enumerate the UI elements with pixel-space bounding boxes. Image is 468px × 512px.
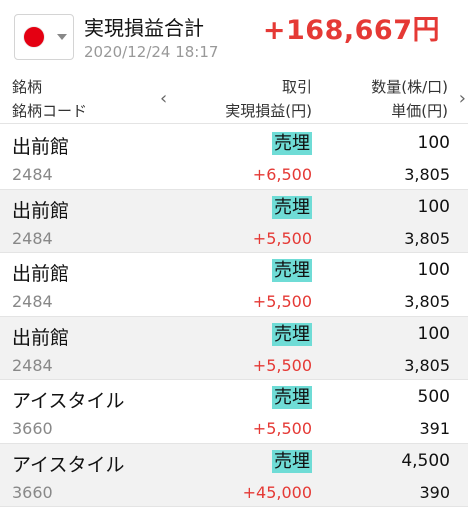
table-row[interactable]: アイスタイル 3660 売埋 +45,000 4,500 390	[0, 443, 468, 507]
chevron-left-icon[interactable]: ‹	[160, 88, 167, 109]
unit-price: 3,805	[404, 355, 450, 375]
unit-price: 3,805	[404, 292, 450, 311]
realized-pl: +5,500	[252, 292, 312, 311]
table-row[interactable]: 出前館 2484 売埋 +5,500 100 3,805	[0, 189, 468, 253]
quantity: 500	[417, 387, 450, 407]
stock-name: 出前館	[12, 263, 70, 285]
trade-list: 出前館 2484 売埋 +6,500 100 3,805 出前館 2484 売埋…	[0, 126, 468, 507]
table-row[interactable]: 出前館 2484 売埋 +5,500 100 3,805	[0, 316, 468, 380]
column-header: 銘柄 銘柄コード ‹ 取引 実現損益(円) 数量(株/口) 単価(円) ›	[0, 72, 468, 124]
page-title: 実現損益合計	[84, 16, 204, 40]
stock-code: 2484	[12, 292, 53, 311]
quantity: 100	[417, 196, 450, 217]
caret-down-icon	[57, 34, 67, 40]
realized-pl: +5,500	[252, 355, 312, 375]
quantity: 4,500	[401, 450, 450, 471]
stock-name: アイスタイル	[12, 390, 125, 412]
trade-type: 売埋	[272, 195, 312, 219]
unit-price: 391	[419, 419, 450, 438]
stock-code: 2484	[12, 228, 53, 248]
datetime: 2020/12/24 18:17	[84, 43, 219, 61]
quantity: 100	[417, 133, 450, 153]
unit-price: 3,805	[404, 228, 450, 248]
stock-name: 出前館	[12, 136, 70, 158]
stock-name: 出前館	[12, 326, 70, 349]
realized-pl: +5,500	[252, 228, 312, 248]
table-row[interactable]: 出前館 2484 売埋 +5,500 100 3,805	[0, 253, 468, 317]
table-row[interactable]: 出前館 2484 売埋 +6,500 100 3,805	[0, 126, 468, 190]
market-selector[interactable]	[14, 14, 74, 60]
unit-price: 390	[419, 482, 450, 502]
trade-type: 売埋	[272, 259, 312, 282]
col-price: 単価(円)	[391, 102, 448, 120]
unit-price: 3,805	[404, 165, 450, 184]
stock-name: アイスタイル	[12, 453, 125, 476]
stock-name: 出前館	[12, 199, 70, 222]
table-row[interactable]: アイスタイル 3660 売埋 +5,500 500 391	[0, 380, 468, 444]
chevron-right-icon[interactable]: ›	[459, 88, 466, 109]
col-trade: 取引	[281, 78, 312, 96]
total-profit: +168,667円	[262, 15, 440, 46]
col-qty: 数量(株/口)	[371, 78, 448, 96]
header: 実現損益合計 2020/12/24 18:17 +168,667円	[0, 0, 468, 70]
col-pl: 実現損益(円)	[225, 102, 312, 120]
col-code: 銘柄コード	[12, 102, 88, 120]
realized-pl: +5,500	[252, 419, 312, 438]
stock-code: 3660	[12, 482, 53, 502]
trade-type: 売埋	[272, 449, 312, 473]
quantity: 100	[417, 260, 450, 280]
trade-type: 売埋	[272, 132, 312, 155]
trade-type: 売埋	[272, 322, 312, 346]
stock-code: 2484	[12, 165, 53, 184]
quantity: 100	[417, 323, 450, 344]
stock-code: 3660	[12, 419, 53, 438]
realized-pl: +45,000	[242, 482, 312, 502]
trade-type: 売埋	[272, 386, 312, 409]
col-name: 銘柄	[12, 78, 43, 96]
stock-code: 2484	[12, 355, 53, 375]
japan-flag-icon	[23, 26, 45, 48]
realized-pl: +6,500	[252, 165, 312, 184]
